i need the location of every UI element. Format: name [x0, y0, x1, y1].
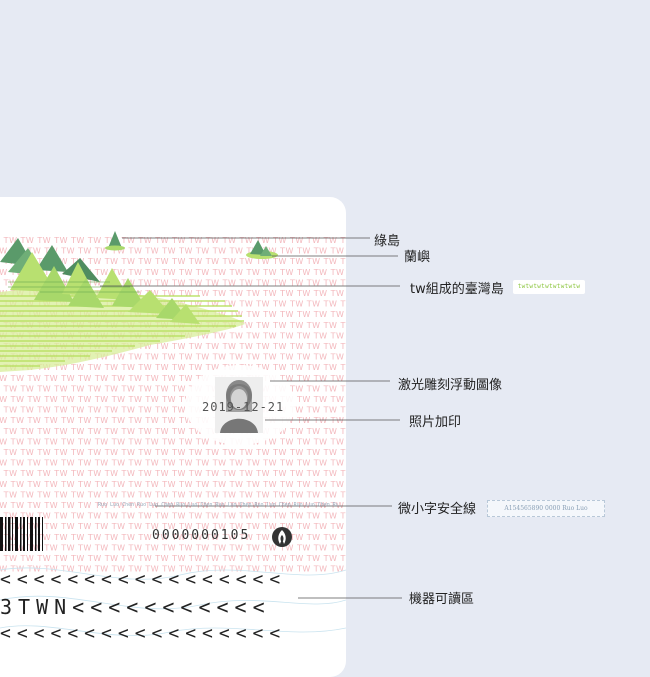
- mrz-line-1: <<<<<<<<<<<<<<<<<: [0, 569, 287, 590]
- label-mrz: 機器可讀區: [409, 592, 475, 607]
- micro-text-line: Ruo Luo Chen Ruo Luo Chen Ruo Luo Chen R…: [98, 502, 338, 508]
- label-orchid-island: 蘭嶼: [404, 250, 431, 265]
- photo-date-print: 2019-12-21: [202, 400, 285, 414]
- label-green-island: 綠島: [374, 234, 401, 249]
- mrz-line-3: <<<<<<<<<<<<<<<<<: [0, 623, 287, 644]
- micro-text-sample-swatch: A154565890 0000 Ruo Luo: [487, 500, 605, 517]
- barcode-icon: [0, 517, 43, 551]
- label-laser-image: 激光雕刻浮動圖像: [398, 378, 503, 393]
- tw-sample-swatch: twtwtwtwtwtwtwtw: [513, 280, 585, 294]
- label-micro-text: 微小字安全線: [398, 502, 477, 517]
- green-island-shape: [105, 231, 125, 251]
- flame-emblem-icon: [272, 527, 292, 547]
- id-card-diagram: TW TW TW TW TW TW TW TW TW TW TW TW TW T…: [0, 0, 650, 677]
- label-photo-print: 照片加印: [409, 415, 462, 430]
- card-serial-number: 0000000105: [152, 528, 251, 543]
- card-artwork: [0, 231, 402, 637]
- label-taiwan-island: tw組成的臺灣島: [410, 282, 504, 297]
- mrz-line-2: 3TWN<<<<<<<<<<<: [0, 595, 271, 619]
